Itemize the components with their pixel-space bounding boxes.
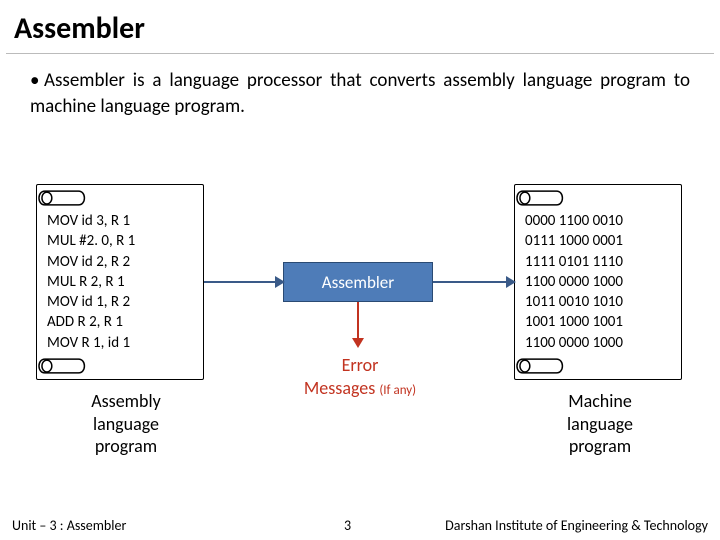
error-line1: Error (342, 354, 379, 376)
assembler-box-label: Assembler (322, 272, 394, 293)
page-title: Assembler (0, 0, 720, 53)
asm-line: MOV id 2, R 2 (47, 252, 193, 272)
caption-line: Assembly (56, 390, 196, 413)
asm-line: MUL #2. 0, R 1 (47, 231, 193, 251)
footer: Unit – 3 : Assembler 3 Darshan Institute… (0, 510, 720, 540)
footer-page-number: 3 (344, 517, 351, 534)
caption-line: language (56, 413, 196, 436)
arrow-head-icon (506, 276, 516, 288)
footer-unit: Unit – 3 : Assembler (0, 517, 126, 534)
error-line2: Messages (304, 377, 375, 399)
footer-institute: Darshan Institute of Engineering & Techn… (445, 517, 708, 534)
scroll-curl-icon (515, 355, 681, 377)
scroll-curl-icon (515, 187, 681, 209)
caption-line: program (56, 435, 196, 458)
bullet-content: Assembler is a language processor that c… (30, 69, 690, 118)
assembler-box: Assembler (283, 262, 433, 302)
arrow-head-icon (275, 276, 285, 288)
arrow-head-icon (352, 338, 364, 348)
mc-line: 1100 0000 1000 (525, 333, 671, 353)
caption-line: program (530, 435, 670, 458)
arrow-icon (204, 281, 283, 283)
diagram: MOV id 3, R 1 MUL #2. 0, R 1 MOV id 2, R… (0, 178, 720, 468)
error-ifany: (If any) (379, 383, 416, 398)
error-messages-caption: Error Messages (If any) (270, 354, 450, 399)
machine-scroll: 0000 1100 0010 0111 1000 0001 1111 0101 … (514, 184, 682, 380)
asm-line: MOV id 3, R 1 (47, 211, 193, 231)
mc-line: 1011 0010 1010 (525, 292, 671, 312)
assembly-scroll: MOV id 3, R 1 MUL #2. 0, R 1 MOV id 2, R… (36, 184, 204, 380)
assembly-caption: Assembly language program (56, 390, 196, 458)
asm-line: ADD R 2, R 1 (47, 312, 193, 332)
scroll-curl-icon (37, 187, 203, 209)
asm-line: MUL R 2, R 1 (47, 272, 193, 292)
mc-line: 0000 1100 0010 (525, 211, 671, 231)
scroll-curl-icon (37, 355, 203, 377)
asm-line: MOV R 1, id 1 (47, 333, 193, 353)
mc-line: 0111 1000 0001 (525, 231, 671, 251)
mc-line: 1001 1000 1001 (525, 312, 671, 332)
mc-line: 1100 0000 1000 (525, 272, 671, 292)
machine-caption: Machine language program (530, 390, 670, 458)
caption-line: language (530, 413, 670, 436)
mc-line: 1111 0101 1110 (525, 252, 671, 272)
bullet-text: •Assembler is a language processor that … (0, 54, 720, 119)
asm-line: MOV id 1, R 2 (47, 292, 193, 312)
caption-line: Machine (530, 390, 670, 413)
arrow-icon (357, 302, 359, 342)
arrow-icon (433, 281, 514, 283)
